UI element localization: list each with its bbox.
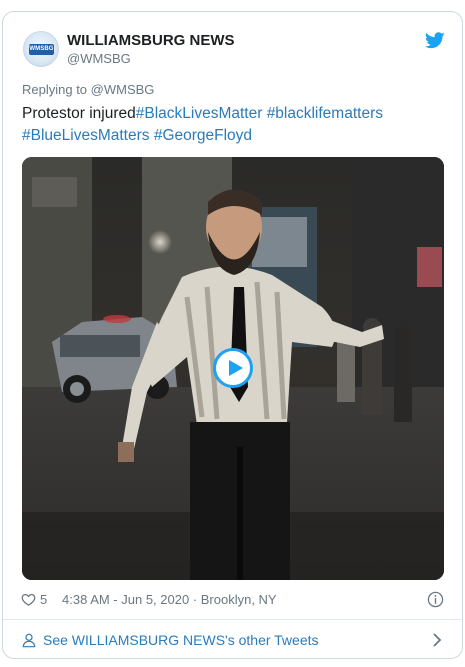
tweet-header: WMSBG WILLIAMSBURG NEWS @WMSBG bbox=[3, 12, 462, 74]
replying-to-text[interactable]: Replying to @WMSBG bbox=[22, 82, 154, 97]
twitter-bird-icon[interactable] bbox=[425, 32, 445, 49]
hashtag-link[interactable]: #BlackLivesMatter bbox=[136, 105, 263, 122]
account-handle[interactable]: @WMSBG bbox=[67, 51, 131, 66]
other-tweets-link[interactable]: See WILLIAMSBURG NEWS's other Tweets bbox=[3, 619, 462, 658]
hashtag-link[interactable]: #BlueLivesMatters bbox=[22, 127, 150, 144]
timestamp-location[interactable]: 4:38 AM - Jun 5, 2020 · Brooklyn, NY bbox=[62, 592, 277, 607]
account-name[interactable]: WILLIAMSBURG NEWS bbox=[67, 32, 234, 49]
play-icon[interactable] bbox=[213, 348, 253, 388]
tweet-meta: 5 4:38 AM - Jun 5, 2020 · Brooklyn, NY bbox=[21, 590, 446, 610]
embedded-tweet-card: WMSBG WILLIAMSBURG NEWS @WMSBG Replying … bbox=[2, 11, 463, 659]
tweet-text: Protestor injured#BlackLivesMatter #blac… bbox=[22, 103, 442, 147]
heart-icon[interactable] bbox=[21, 592, 36, 607]
other-tweets-text[interactable]: See WILLIAMSBURG NEWS's other Tweets bbox=[43, 632, 319, 648]
hashtag-link[interactable]: #blacklifematters bbox=[267, 105, 383, 122]
person-icon bbox=[22, 633, 36, 648]
like-count[interactable]: 5 bbox=[40, 592, 47, 607]
info-icon[interactable] bbox=[427, 591, 444, 608]
hashtag-link[interactable]: #GeorgeFloyd bbox=[154, 127, 252, 144]
avatar-logo: WMSBG bbox=[29, 44, 54, 55]
chevron-right-icon bbox=[433, 633, 442, 647]
avatar[interactable]: WMSBG bbox=[23, 31, 59, 67]
tweet-text-plain: Protestor injured bbox=[22, 105, 136, 122]
video-thumbnail[interactable] bbox=[22, 157, 444, 580]
